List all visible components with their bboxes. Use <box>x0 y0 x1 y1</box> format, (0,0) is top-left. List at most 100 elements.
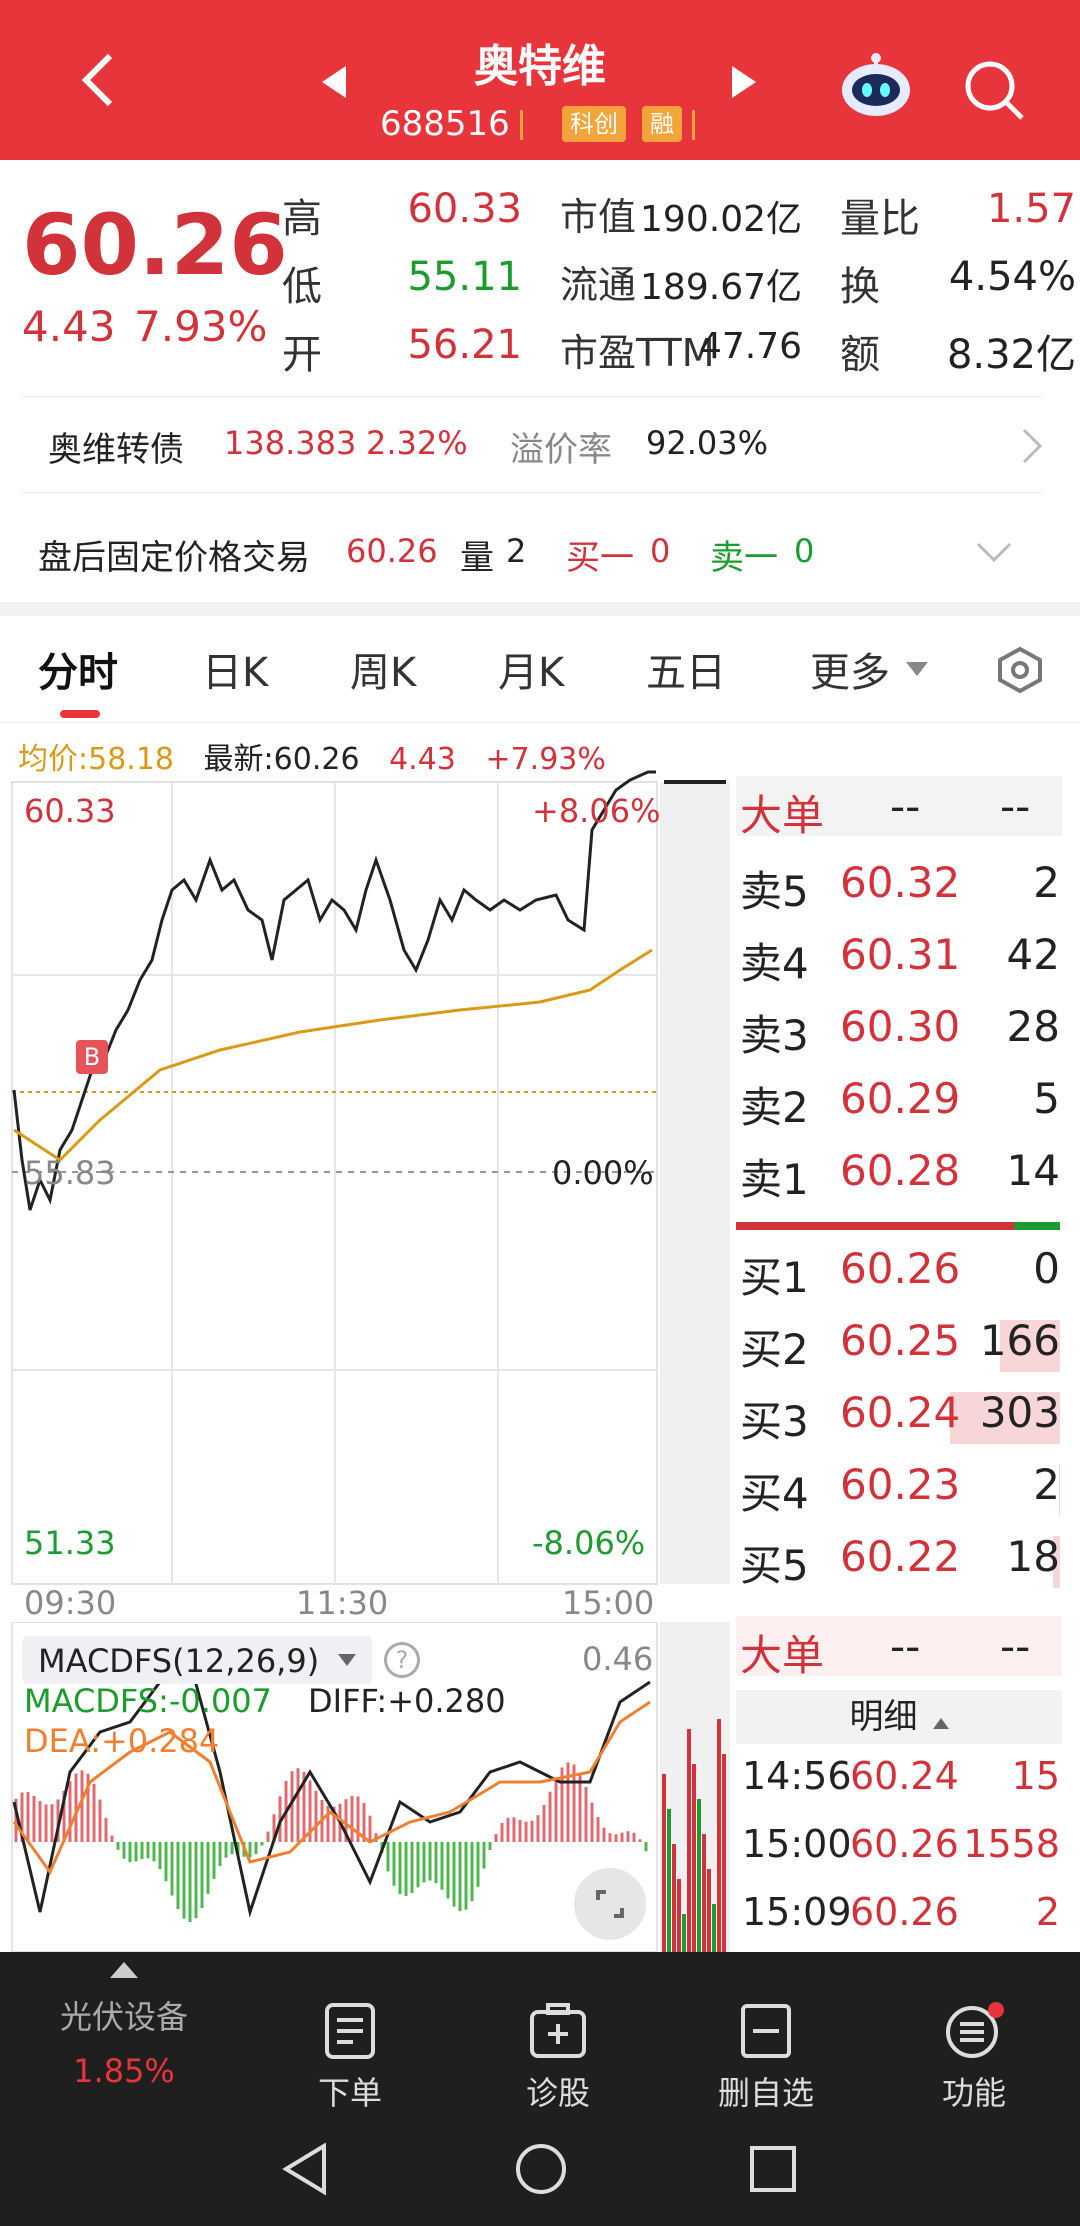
quote-label: 流通 <box>560 263 637 307</box>
tab-five-day[interactable]: 五日 <box>646 640 726 698</box>
quote-value: 47.76 <box>698 326 802 367</box>
detail-time: 15:00 <box>742 1822 852 1866</box>
bid-ask-bar-green <box>1014 1222 1060 1230</box>
axis-mid-price: 55.83 <box>24 1154 116 1192</box>
macd-caret-icon <box>338 1654 356 1666</box>
big-order-dash-4: -- <box>1000 1622 1031 1671</box>
orderbook-row[interactable]: 卖2 60.29 5 <box>740 1074 1060 1134</box>
next-stock-icon[interactable] <box>732 66 756 98</box>
buy-marker[interactable]: B <box>76 1040 108 1074</box>
quote-value: 55.11 <box>407 254 522 300</box>
after-hours-sell-label: 卖一 <box>710 538 778 578</box>
caret-up-icon <box>110 1962 138 1978</box>
quote-value: 60.33 <box>407 186 522 232</box>
top-bar: 奥特维 688516 科创 融 <box>0 0 1080 160</box>
time-label-close: 15:00 <box>562 1584 655 1622</box>
orderbook-row[interactable]: 买5 60.22 18 <box>740 1532 1060 1592</box>
diagnose-icon <box>530 2003 586 2058</box>
tab-weekly-k[interactable]: 周K <box>350 640 416 698</box>
macd-value: 0.46 <box>582 1640 654 1678</box>
system-recents-icon[interactable] <box>748 2144 798 2194</box>
premium-label: 溢价率 <box>510 430 612 470</box>
quote-value: 189.67亿 <box>640 267 802 308</box>
detail-time: 15:09 <box>742 1890 852 1934</box>
bond-row[interactable]: 奥维转债 138.383 2.32% 溢价率 92.03% <box>0 396 1080 492</box>
orderbook-level: 卖4 <box>740 939 809 988</box>
divider <box>692 110 695 140</box>
sector-button[interactable]: 光伏设备 1.85% <box>24 1962 224 2090</box>
tab-daily-k[interactable]: 日K <box>202 640 268 698</box>
quote-label: 开 <box>282 332 322 378</box>
orderbook-price: 60.25 <box>840 1316 961 1365</box>
order-button[interactable]: 下单 <box>290 2002 410 2114</box>
orderbook-volume: 303 <box>979 1388 1060 1437</box>
orderbook-row[interactable]: 卖1 60.28 14 <box>740 1146 1060 1206</box>
sort-up-icon <box>932 1718 949 1729</box>
orderbook-row[interactable]: 买2 60.25 166 <box>740 1316 1060 1376</box>
orderbook-level: 买5 <box>740 1541 809 1590</box>
after-hours-sell: 0 <box>794 532 815 570</box>
last-price: 60.26 <box>22 196 288 294</box>
macd-name: MACDFS(12,26,9) <box>38 1642 320 1680</box>
fullscreen-button[interactable] <box>574 1868 646 1940</box>
bond-price: 138.383 <box>224 424 357 462</box>
orderbook-level: 卖1 <box>740 1155 809 1204</box>
section-gap <box>0 602 1080 616</box>
orderbook-level: 买1 <box>740 1253 809 1302</box>
quote-label: 额 <box>840 332 880 378</box>
diagnose-button[interactable]: 诊股 <box>498 2002 618 2114</box>
orderbook-price: 60.30 <box>840 1002 961 1051</box>
tab-intraday[interactable]: 分时 <box>38 640 118 698</box>
orderbook-level: 买4 <box>740 1469 809 1518</box>
chevron-down-icon[interactable] <box>974 540 1014 564</box>
orderbook-row[interactable]: 买4 60.23 2 <box>740 1460 1060 1520</box>
detail-header[interactable]: 明细 <box>736 1690 1062 1744</box>
after-hours-label: 盘后固定价格交易 <box>38 538 310 578</box>
orderbook-volume: 166 <box>979 1316 1060 1365</box>
big-order-dash-1: -- <box>890 782 921 831</box>
orderbook-volume: 5 <box>1033 1074 1060 1123</box>
settings-hex-icon[interactable] <box>996 646 1044 694</box>
orderbook-row[interactable]: 卖5 60.32 2 <box>740 858 1060 918</box>
system-back-icon[interactable] <box>280 2142 330 2196</box>
stock-name: 奥特维 <box>474 41 606 92</box>
help-icon[interactable]: ? <box>384 1642 420 1678</box>
divider <box>0 722 1080 723</box>
macd-dea: DEA:+0.284 <box>24 1722 220 1760</box>
after-hours-area <box>660 782 730 1584</box>
margin-tag: 融 <box>642 106 682 142</box>
macd-selector[interactable]: MACDFS(12,26,9) <box>22 1636 372 1684</box>
detail-price: 60.26 <box>850 1822 959 1866</box>
orderbook-row[interactable]: 卖3 60.30 28 <box>740 1002 1060 1062</box>
orderbook-row[interactable]: 买3 60.24 303 <box>740 1388 1060 1448</box>
search-icon[interactable] <box>962 58 1026 122</box>
stock-code: 688516 <box>380 104 510 144</box>
orderbook-price: 60.22 <box>840 1532 961 1581</box>
orderbook-price: 60.32 <box>840 858 961 907</box>
orderbook-level: 卖2 <box>740 1083 809 1132</box>
macd-diff: DIFF:+0.280 <box>308 1682 506 1720</box>
robot-assistant-icon[interactable] <box>838 52 914 118</box>
function-label: 功能 <box>941 2074 1006 2112</box>
remove-watchlist-button[interactable]: 删自选 <box>704 2002 828 2114</box>
price-change: 4.43 <box>22 302 116 351</box>
big-order-label-2: 大单 <box>740 1631 825 1680</box>
after-hours-row[interactable]: 盘后固定价格交易 60.26 量 2 买一 0 卖一 0 <box>0 492 1080 602</box>
tab-monthly-k[interactable]: 月K <box>498 640 564 698</box>
big-order-label: 大单 <box>740 791 825 840</box>
orderbook-row[interactable]: 卖4 60.31 42 <box>740 930 1060 990</box>
remove-label: 删自选 <box>717 2074 814 2112</box>
orderbook-level: 买3 <box>740 1397 809 1446</box>
quote-value: 1.57 <box>986 186 1076 232</box>
tab-more[interactable]: 更多 <box>810 640 890 698</box>
detail-label: 明细 <box>849 1697 918 1737</box>
orderbook-level: 卖3 <box>740 1011 809 1060</box>
function-button[interactable]: 功能 <box>914 2002 1034 2114</box>
order-doc-icon <box>325 2003 375 2059</box>
system-home-icon[interactable] <box>514 2142 568 2196</box>
diagnose-label: 诊股 <box>525 2074 590 2112</box>
order-label: 下单 <box>317 2074 382 2112</box>
orderbook-row[interactable]: 买1 60.26 0 <box>740 1244 1060 1304</box>
avg-price-line <box>13 948 653 1162</box>
after-hours-vol-label: 量 <box>460 538 494 578</box>
